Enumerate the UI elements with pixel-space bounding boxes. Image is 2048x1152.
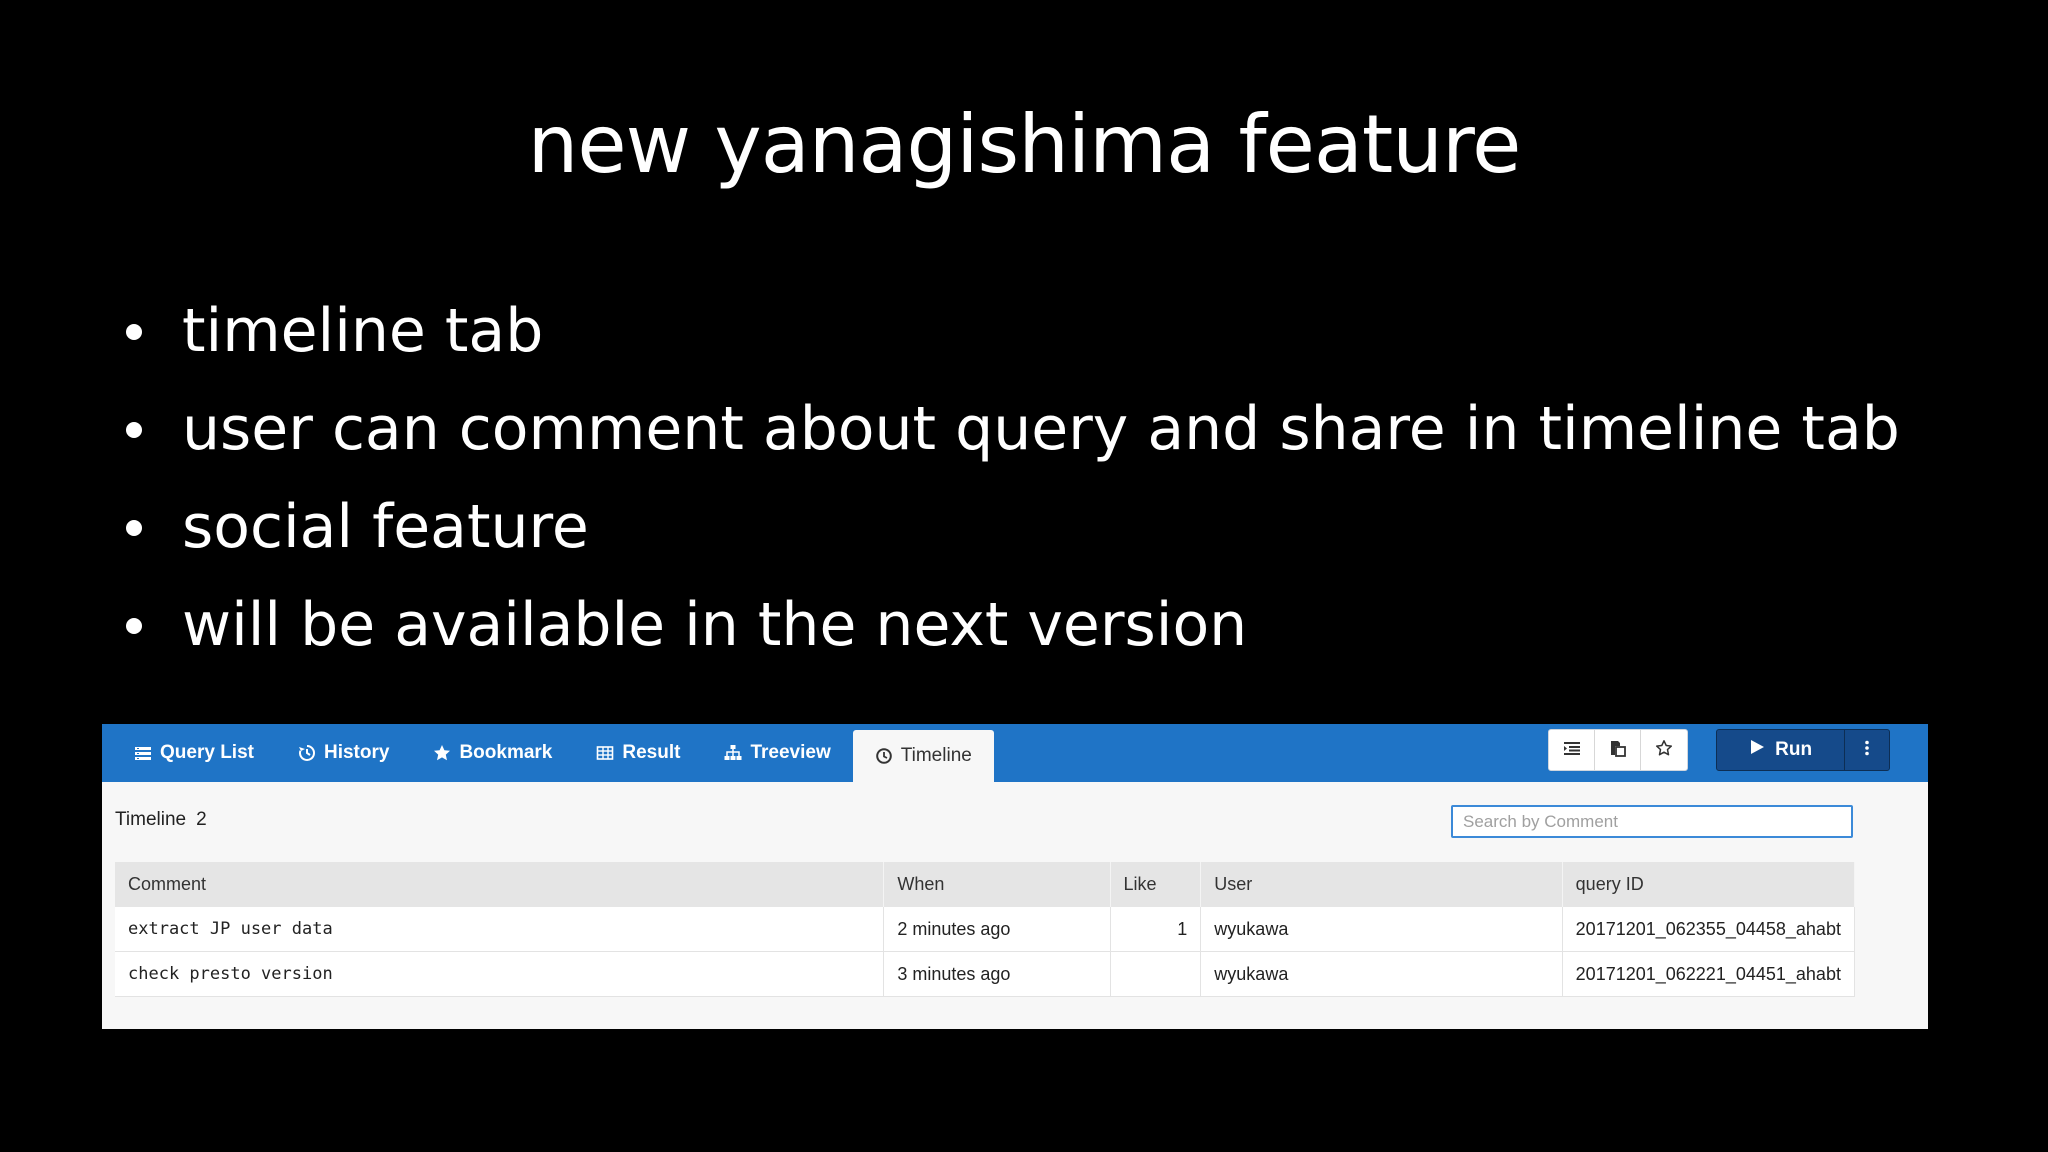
bookmark-star-icon xyxy=(1655,739,1673,762)
table-icon xyxy=(596,744,614,762)
table-header-row: Comment When Like User query ID xyxy=(115,862,1856,907)
timeline-table: Comment When Like User query ID extract … xyxy=(115,862,1856,997)
vertical-ellipsis-icon xyxy=(1864,739,1870,762)
timeline-title: Timeline xyxy=(115,809,187,830)
tab-bookmark[interactable]: Bookmark xyxy=(411,724,574,782)
tab-label: Query List xyxy=(160,742,254,763)
tab-label: Bookmark xyxy=(459,742,553,763)
tab-label: Timeline xyxy=(900,745,972,766)
run-label: Run xyxy=(1775,739,1813,760)
top-navbar: Query List History Bookmark Result Treev… xyxy=(102,724,1928,782)
copy-button[interactable] xyxy=(1595,730,1641,770)
tab-label: History xyxy=(323,742,390,763)
tab-result[interactable]: Result xyxy=(574,724,702,782)
column-header-when[interactable]: When xyxy=(883,862,1111,907)
search-input[interactable] xyxy=(1451,805,1853,838)
like-cell[interactable] xyxy=(1110,951,1202,997)
bullet-list: timeline tab user can comment about quer… xyxy=(118,282,1900,674)
user-cell: wyukawa xyxy=(1200,907,1563,952)
bullet-item: social feature xyxy=(118,478,1900,576)
format-button[interactable] xyxy=(1549,730,1595,770)
comment-cell: check presto version xyxy=(115,951,885,997)
table-row: extract JP user data 2 minutes ago 1 wyu… xyxy=(115,907,1856,952)
app-screenshot: Query List History Bookmark Result Treev… xyxy=(102,724,1928,1029)
bullet-item: will be available in the next version xyxy=(118,576,1900,674)
user-cell: wyukawa xyxy=(1200,951,1563,997)
run-button[interactable]: Run xyxy=(1717,730,1846,770)
when-cell: 3 minutes ago xyxy=(883,951,1111,997)
table-row: check presto version 3 minutes ago wyuka… xyxy=(115,951,1856,997)
column-header-user[interactable]: User xyxy=(1200,862,1563,907)
run-button-group: Run xyxy=(1716,729,1890,771)
tab-history[interactable]: History xyxy=(276,724,411,782)
history-icon xyxy=(298,744,316,762)
tab-query-list[interactable]: Query List xyxy=(112,724,276,782)
run-options-button[interactable] xyxy=(1845,730,1889,770)
tab-timeline[interactable]: Timeline xyxy=(852,730,994,782)
slide-title: new yanagishima feature xyxy=(527,98,1522,191)
like-cell[interactable]: 1 xyxy=(1110,907,1202,952)
tab-bar: Query List History Bookmark Result Treev… xyxy=(112,724,994,782)
sitemap-icon xyxy=(724,744,742,762)
format-icon xyxy=(1563,739,1581,762)
timeline-heading: Timeline 2 xyxy=(115,809,207,831)
list-icon xyxy=(134,744,152,762)
column-header-like[interactable]: Like xyxy=(1110,862,1202,907)
bullet-item: timeline tab xyxy=(118,282,1900,380)
bullet-item: user can comment about query and share i… xyxy=(118,380,1900,478)
bookmark-button[interactable] xyxy=(1641,730,1687,770)
tab-label: Result xyxy=(622,742,681,763)
copy-icon xyxy=(1609,739,1627,762)
clock-icon xyxy=(875,747,893,765)
query-id-link[interactable]: 20171201_062355_04458_ahabt xyxy=(1562,907,1856,952)
when-cell: 2 minutes ago xyxy=(883,907,1111,952)
column-header-query-id[interactable]: query ID xyxy=(1562,862,1856,907)
star-icon xyxy=(433,744,451,762)
play-icon xyxy=(1749,739,1765,761)
comment-cell: extract JP user data xyxy=(115,907,885,952)
timeline-count: 2 xyxy=(196,809,207,830)
tab-label: Treeview xyxy=(750,742,831,763)
query-id-link[interactable]: 20171201_062221_04451_ahabt xyxy=(1562,951,1856,997)
column-header-comment[interactable]: Comment xyxy=(115,862,885,907)
tab-treeview[interactable]: Treeview xyxy=(702,724,852,782)
editor-toolbar xyxy=(1548,729,1688,771)
